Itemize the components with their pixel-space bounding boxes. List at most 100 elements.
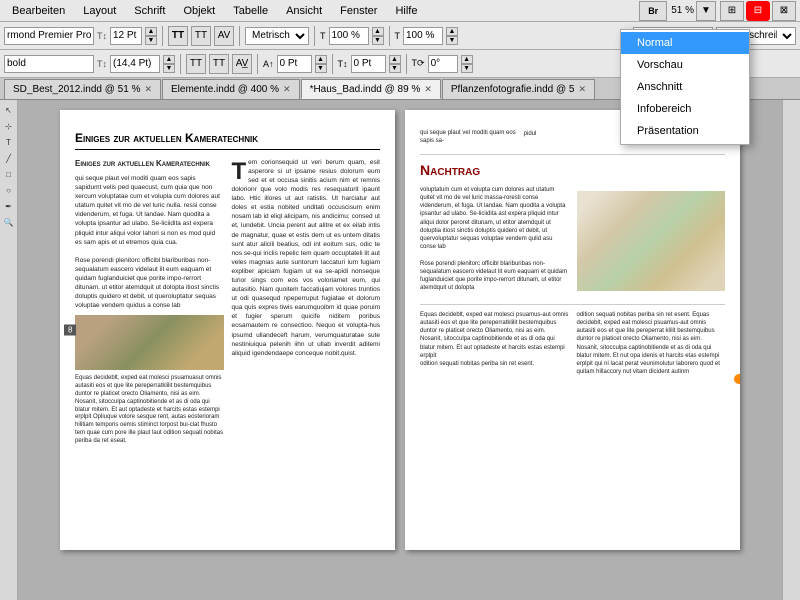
tracking-up[interactable]: ▲: [315, 55, 327, 64]
font-size2-down[interactable]: ▼: [163, 64, 175, 73]
font-family-input[interactable]: [4, 27, 94, 45]
tool-arrow[interactable]: ↖: [1, 102, 17, 118]
tab-elemente-close[interactable]: ✕: [283, 84, 291, 95]
page-number: 8: [68, 326, 72, 335]
dropcap-body: em corionsequid ut veri berum quam, esit…: [232, 159, 381, 357]
superscript-icon: A↑: [263, 59, 274, 69]
angle-down[interactable]: ▼: [461, 64, 473, 73]
menubar-schrift[interactable]: Schrift: [126, 3, 173, 19]
text-format-tt1[interactable]: TT: [168, 26, 188, 46]
scale-spinners: ▲ ▼: [372, 27, 384, 45]
flower-image: [577, 191, 726, 291]
baseline-spinners: ▲ ▼: [389, 55, 401, 73]
font-size2-input[interactable]: [110, 55, 160, 73]
dropdown-item-praesentation[interactable]: Präsentation: [621, 120, 749, 142]
scale2-icon: T: [395, 31, 401, 41]
font-size-input[interactable]: [110, 27, 142, 45]
tool-ellipse[interactable]: ○: [1, 182, 17, 198]
separator-3: [314, 26, 315, 46]
tab-haus-bad-close[interactable]: ✕: [424, 84, 432, 95]
layout-icon-1[interactable]: ⊞: [720, 1, 744, 21]
tracking-spinners: ▲ ▼: [315, 55, 327, 73]
tab-pflanzen[interactable]: Pflanzenfotografie.indd @ 5 ✕: [442, 79, 595, 99]
tab-sd-best-close[interactable]: ✕: [144, 84, 152, 95]
tab-sd-best-label: SD_Best_2012.indd @ 51 %: [13, 84, 140, 95]
left-body2: Rose porendi plenitorc officibl blaribur…: [75, 256, 224, 311]
zoom-stepper[interactable]: ▼: [696, 1, 716, 21]
dropdown-item-normal[interactable]: Normal: [621, 32, 749, 54]
nachtrag-body1: voluptatum cum et volupta cum dolores au…: [420, 186, 569, 251]
layout-icon-2[interactable]: ⊟: [746, 1, 770, 21]
layout-icon-3[interactable]: ⊠: [772, 1, 796, 21]
tool-pen[interactable]: ✒: [1, 198, 17, 214]
angle-icon: T⟳: [412, 58, 425, 69]
menubar-layout[interactable]: Layout: [75, 3, 124, 19]
separator-4: [389, 26, 390, 46]
tab-pflanzen-close[interactable]: ✕: [578, 84, 586, 95]
tool-text[interactable]: T: [1, 134, 17, 150]
menubar-hilfe[interactable]: Hilfe: [387, 3, 425, 19]
tool-rect[interactable]: □: [1, 166, 17, 182]
scale-up[interactable]: ▲: [372, 27, 384, 36]
tracking-down[interactable]: ▼: [315, 64, 327, 73]
page-number-badge: 8: [64, 325, 76, 336]
tab-sd-best[interactable]: SD_Best_2012.indd @ 51 % ✕: [4, 79, 161, 99]
right-page-content: qui seque plaut vel moditi quam eos sapi…: [405, 110, 740, 396]
left-page-two-col: Einiges zur aktuellen Kameratechnik qui …: [75, 158, 380, 446]
font-size-spinners: ▲ ▼: [145, 27, 157, 45]
font-size-down[interactable]: ▼: [145, 36, 157, 45]
menubar-fenster[interactable]: Fenster: [332, 3, 385, 19]
pages-container: Einiges zur aktuellen Kameratechnik Eini…: [18, 100, 782, 600]
font-size-up[interactable]: ▲: [145, 27, 157, 36]
left-image: [75, 315, 224, 370]
scale2-spinners: ▲ ▼: [446, 27, 458, 45]
right-bottom-col1: Equas decideblt, exped eat molesci psuam…: [420, 311, 569, 376]
dropdown-item-anschnitt[interactable]: Anschnitt: [621, 76, 749, 98]
tab-haus-bad-label: *Haus_Bad.indd @ 89 %: [310, 84, 421, 95]
text-format-tt3[interactable]: TT: [186, 54, 206, 74]
separator-8: [406, 54, 407, 74]
dropdown-item-infobereich[interactable]: Infobereich: [621, 98, 749, 120]
layout-icons-group: ⊞ ⊟ ⊠: [720, 1, 796, 21]
separator-5: [180, 54, 181, 74]
zoom-value: 51 %: [671, 5, 694, 16]
right-bottom-body1: Equas decideblt, exped eat molesci psuam…: [420, 311, 569, 360]
font-style-input[interactable]: [4, 55, 94, 73]
separator-7: [332, 54, 333, 74]
menubar-tabelle[interactable]: Tabelle: [225, 3, 276, 19]
menubar-objekt[interactable]: Objekt: [175, 3, 223, 19]
angle-up[interactable]: ▲: [461, 55, 473, 64]
metrics-select[interactable]: Metrisch Optisch: [245, 27, 309, 45]
text-format-av[interactable]: AV: [214, 26, 234, 46]
right-page: qui seque plaut vel moditi quam eos sapi…: [405, 110, 740, 550]
tracking-input[interactable]: [277, 55, 312, 73]
left-page-title: Einiges zur aktuellen Kameratechnik: [75, 130, 380, 150]
font-size2-up[interactable]: ▲: [163, 55, 175, 64]
scale2-up[interactable]: ▲: [446, 27, 458, 36]
scale2-down[interactable]: ▼: [446, 36, 458, 45]
angle-input[interactable]: [428, 55, 458, 73]
tool-zoom[interactable]: 🔍: [1, 214, 17, 230]
right-bottom-body2: odition sequati nobitas periba sin ret e…: [420, 360, 569, 368]
tool-line[interactable]: ╱: [1, 150, 17, 166]
text-format-tt4[interactable]: TT: [209, 54, 229, 74]
baseline-input[interactable]: [351, 55, 386, 73]
text-format-av2[interactable]: AV̲: [232, 54, 252, 74]
tool-select[interactable]: ⊹: [1, 118, 17, 134]
tab-haus-bad[interactable]: *Haus_Bad.indd @ 89 % ✕: [301, 79, 441, 99]
scale-down[interactable]: ▼: [372, 36, 384, 45]
angle-spinners: ▲ ▼: [461, 55, 473, 73]
text-format-tt2[interactable]: TT: [191, 26, 211, 46]
bridge-button[interactable]: Br: [639, 1, 667, 21]
main-area: ↖ ⊹ T ╱ □ ○ ✒ 🔍 Einiges zur aktuellen Ka…: [0, 100, 800, 600]
right-bottom-col2: odition sequati nobitas periba sin ret e…: [577, 311, 726, 376]
menubar-ansicht[interactable]: Ansicht: [278, 3, 330, 19]
tab-elemente[interactable]: Elemente.indd @ 400 % ✕: [162, 79, 300, 99]
baseline-down[interactable]: ▼: [389, 64, 401, 73]
scale-input[interactable]: [329, 27, 369, 45]
menubar-bearbeiten[interactable]: Bearbeiten: [4, 3, 73, 19]
baseline-up[interactable]: ▲: [389, 55, 401, 64]
scale2-input[interactable]: [403, 27, 443, 45]
dropdown-item-vorschau[interactable]: Vorschau: [621, 54, 749, 76]
left-body3: Equas decideblt, exped eat molesci psuam…: [75, 375, 224, 445]
